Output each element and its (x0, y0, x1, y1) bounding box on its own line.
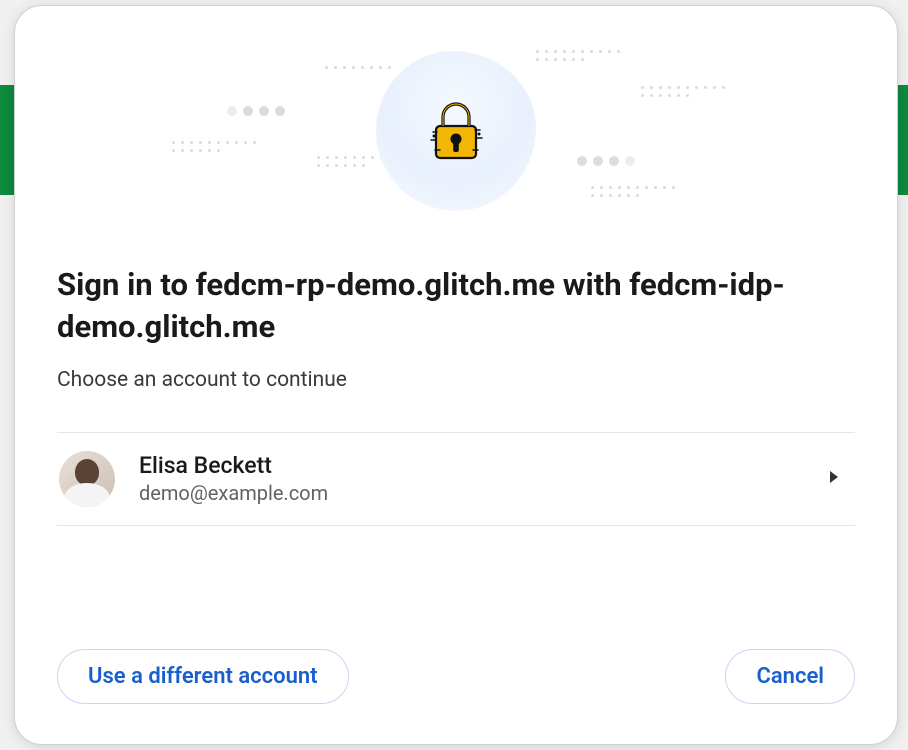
dialog-footer: Use a different account Cancel (57, 609, 855, 704)
decorative-dots (227, 106, 285, 116)
decorative-dots (577, 156, 635, 166)
decorative-dots (641, 86, 725, 97)
decorative-dots (591, 186, 675, 197)
dialog-subtitle: Choose an account to continue (57, 368, 855, 392)
dialog-title: Sign in to fedcm-rp-demo.glitch.me with … (57, 264, 855, 348)
hero-illustration (57, 26, 855, 236)
decorative-dots (172, 141, 256, 152)
avatar (59, 451, 115, 507)
account-info: Elisa Beckett demo@example.com (139, 452, 827, 505)
use-different-account-button[interactable]: Use a different account (57, 649, 349, 704)
account-row[interactable]: Elisa Beckett demo@example.com (57, 433, 855, 526)
cancel-button[interactable]: Cancel (725, 649, 855, 704)
decorative-dots (536, 50, 620, 61)
account-email: demo@example.com (139, 481, 827, 505)
lock-icon (416, 91, 496, 171)
account-name: Elisa Beckett (139, 452, 827, 479)
decorative-dots (325, 66, 409, 69)
badge-background (376, 51, 536, 211)
signin-dialog: Sign in to fedcm-rp-demo.glitch.me with … (14, 5, 898, 745)
chevron-right-icon (827, 469, 841, 489)
account-list: Elisa Beckett demo@example.com (57, 432, 855, 526)
